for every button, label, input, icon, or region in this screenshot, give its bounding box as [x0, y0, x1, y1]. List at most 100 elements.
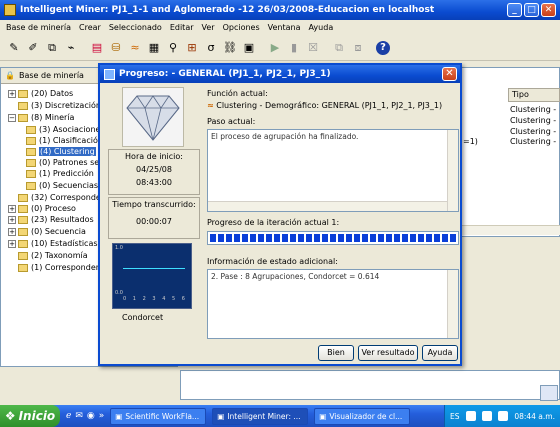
language-indicator[interactable]: ES [450, 412, 460, 421]
folder-icon [18, 239, 28, 248]
vertical-scrollbar[interactable] [447, 130, 458, 211]
ayuda-button[interactable]: Ayuda [422, 345, 458, 361]
main-window-titlebar[interactable]: Intelligent Miner: PJ1_1-1 and Aglomerad… [0, 0, 560, 20]
tree-item-patrones[interactable]: (0) Patrones se [26, 157, 99, 168]
app-icon: ▣ [115, 411, 123, 421]
tree-item-resultados[interactable]: + (23) Resultados [8, 214, 94, 225]
media-player-icon[interactable]: ◉ [87, 411, 95, 421]
tree-item-correspondencias-2[interactable]: (1) Corresponden [18, 262, 101, 273]
run-icon[interactable]: ▶ [267, 40, 283, 56]
minimize-button[interactable]: _ [507, 3, 522, 17]
iteration-progress-label: Progreso de la iteración actual 1: [207, 218, 340, 227]
tray-icon[interactable] [498, 411, 509, 421]
current-step-label: Paso actual: [207, 117, 256, 126]
help-icon[interactable]: ? [376, 40, 390, 55]
stop-icon[interactable]: ▮ [286, 40, 302, 56]
ver-resultado-button[interactable]: Ver resultado [358, 345, 418, 361]
dialog-close-button[interactable]: ✕ [442, 67, 457, 81]
task-intelligent-miner[interactable]: ▣ Intelligent Miner: ... [212, 407, 309, 425]
menu-crear[interactable]: Crear [79, 23, 101, 32]
cancel-icon[interactable]: ☒ [305, 40, 321, 56]
progress-dialog: Progreso: - GENERAL (PJ1_1, PJ2_1, PJ3_1… [98, 63, 462, 366]
tree-item-discretizacion[interactable]: (3) Discretización [18, 100, 101, 111]
tree-item-prediccion[interactable]: (1) Predicción [26, 168, 94, 179]
condorcet-label: Condorcet [122, 313, 164, 322]
menu-ver[interactable]: Ver [202, 23, 215, 32]
list-cell-tipo[interactable]: Clustering - [510, 105, 556, 114]
tree-item-asociaciones[interactable]: (3) Asociaciones [26, 124, 105, 135]
vertical-scrollbar[interactable] [447, 270, 458, 338]
sigma-icon[interactable]: σ [203, 40, 219, 56]
elapsed-time-box: Tiempo transcurrido: 00:00:07 [108, 197, 200, 239]
list-cell-tipo[interactable]: Clustering - [510, 137, 556, 146]
tree-item-mineria[interactable]: − (8) Minería [8, 112, 74, 123]
folder-icon [26, 181, 36, 190]
current-step-text[interactable]: El proceso de agrupación ha finalizado. [207, 129, 459, 212]
tray-icon[interactable] [465, 411, 476, 421]
document-icon[interactable]: ▤ [89, 40, 105, 56]
tree-item-secuencias[interactable]: (0) Secuencias [26, 180, 98, 191]
database-icon[interactable]: ⛁ [108, 40, 124, 56]
condorcet-line [123, 268, 185, 269]
tree-item-taxonomia[interactable]: (2) Taxonomía [18, 250, 88, 261]
tree-item-correspondencias[interactable]: (32) Corresponde [18, 192, 101, 203]
menu-opciones[interactable]: Opciones [223, 23, 260, 32]
bien-button[interactable]: Bien [318, 345, 354, 361]
current-function-value-row: ≈ Clustering - Demográfico: GENERAL (PJ1… [207, 101, 442, 110]
condorcet-chart: 1.0 0.0 0123456 [112, 243, 192, 309]
folder-icon [26, 136, 36, 145]
menu-ayuda[interactable]: Ayuda [309, 23, 334, 32]
iteration-progress-bar [207, 231, 459, 245]
link-icon[interactable]: ⛓ [222, 40, 238, 56]
tree-item-proceso[interactable]: + (0) Proceso [8, 203, 76, 214]
list-cell-tipo[interactable]: Clustering - [510, 116, 556, 125]
table-icon[interactable]: ▦ [146, 40, 162, 56]
tree-header-label: Base de minería [18, 71, 84, 80]
list-cell-tipo[interactable]: Clustering - [510, 127, 556, 136]
taskbar: ❖ Inicio ℯ ✉ ◉ » ▣ Scientific WorkFla... … [0, 405, 560, 427]
tree-item-clustering[interactable]: (4) Clustering [26, 146, 96, 157]
start-button[interactable]: ❖ Inicio [0, 405, 60, 427]
app-icon: ▣ [217, 411, 225, 421]
grid-icon[interactable]: ⊞ [184, 40, 200, 56]
horizontal-scrollbar[interactable] [208, 201, 447, 211]
extra-status-text[interactable]: 2. Pase : 8 Agrupaciones, Condorcet = 0.… [207, 269, 459, 339]
folder-icon [26, 147, 36, 156]
quick-launch-more[interactable]: » [99, 411, 105, 421]
results-icon[interactable]: ▣ [241, 40, 257, 56]
ie-icon[interactable]: ℯ [66, 411, 71, 421]
windows-flag-icon: ❖ [4, 409, 16, 423]
outlook-icon[interactable]: ✉ [75, 411, 83, 421]
new-wand-icon[interactable]: ✎ [6, 40, 22, 56]
details-panel[interactable] [180, 370, 560, 400]
task-scientific-workflow[interactable]: ▣ Scientific WorkFla... [110, 407, 207, 425]
menu-ventana[interactable]: Ventana [268, 23, 301, 32]
discretize-icon[interactable]: ≈ [127, 40, 143, 56]
menu-seleccionado[interactable]: Seleccionado [109, 23, 162, 32]
network-icon[interactable] [540, 385, 558, 401]
run-object-icon[interactable]: ⌁ [63, 40, 79, 56]
folder-icon [18, 193, 28, 202]
tray-icon[interactable] [481, 411, 492, 421]
dialog-titlebar[interactable]: Progreso: - GENERAL (PJ1_1, PJ2_1, PJ3_1… [100, 65, 460, 83]
tree-item-secuencia[interactable]: + (0) Secuencia [8, 226, 86, 237]
clock[interactable]: 08:44 a.m. [514, 412, 555, 421]
tree-item-datos[interactable]: + (20) Datos [8, 88, 73, 99]
copy-object-icon[interactable]: ⧉ [44, 40, 60, 56]
start-time-box: Hora de inicio: 04/25/08 08:43:00 [108, 149, 200, 195]
menu-editar[interactable]: Editar [170, 23, 194, 32]
tree-item-estadisticas[interactable]: + (10) Estadísticas [8, 238, 98, 249]
export-icon[interactable]: ⧉ [331, 40, 347, 56]
column-header-tipo[interactable]: Tipo [508, 88, 560, 102]
close-button[interactable]: ✕ [541, 3, 556, 17]
edit-wand-icon[interactable]: ✐ [25, 40, 41, 56]
folder-icon [26, 169, 36, 178]
menu-base-mineria[interactable]: Base de minería [6, 23, 71, 32]
task-visualizador[interactable]: ▣ Visualizador de cl... [314, 407, 411, 425]
search-icon[interactable]: ⚲ [165, 40, 181, 56]
folder-icon [18, 204, 28, 213]
tree-item-clasificacion[interactable]: (1) Clasificación [26, 135, 103, 146]
import-icon[interactable]: ⧈ [350, 40, 366, 56]
maximize-button[interactable]: □ [524, 3, 539, 17]
list-horizontal-scrollbar[interactable] [462, 225, 560, 235]
